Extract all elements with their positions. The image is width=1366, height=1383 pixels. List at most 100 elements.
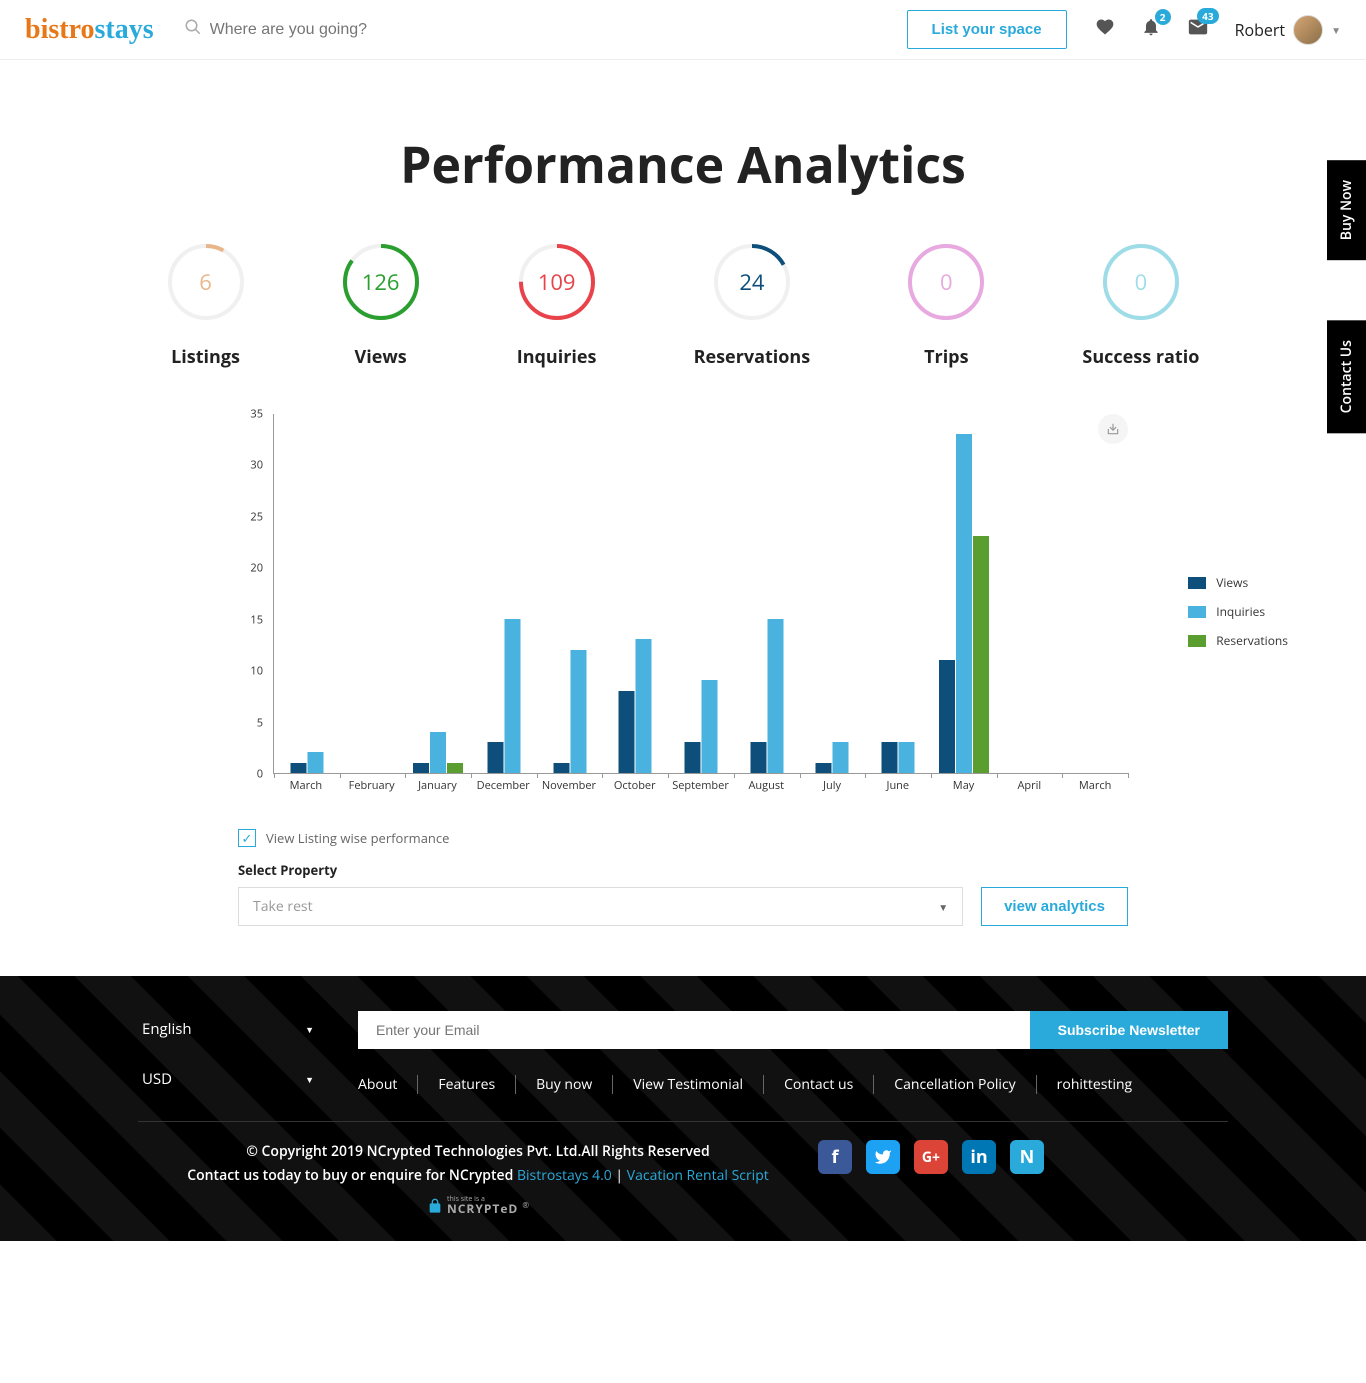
googleplus-icon[interactable]: G+ <box>914 1140 948 1174</box>
contact-text: Contact us today to buy or enquire for N… <box>187 1166 517 1185</box>
x-label: December <box>477 778 530 793</box>
bar-views[interactable] <box>816 763 832 773</box>
contact-us-tab[interactable]: Contact Us <box>1327 320 1366 433</box>
bar-inquiries[interactable] <box>702 680 718 773</box>
favorites-icon[interactable] <box>1095 17 1115 42</box>
footer-link-features[interactable]: Features <box>418 1075 516 1094</box>
x-label: October <box>614 778 656 793</box>
language-select[interactable]: English ▼ <box>138 1011 318 1047</box>
bar-inquiries[interactable] <box>570 650 586 773</box>
bar-views[interactable] <box>553 763 569 773</box>
search-input[interactable] <box>210 21 510 39</box>
bar-views[interactable] <box>750 742 766 773</box>
subscribe-button[interactable]: Subscribe Newsletter <box>1030 1011 1228 1049</box>
bar-views[interactable] <box>939 660 955 773</box>
footer-link-about[interactable]: About <box>358 1075 418 1094</box>
twitter-icon[interactable] <box>866 1140 900 1174</box>
x-label: June <box>886 778 909 793</box>
bar-inquiries[interactable] <box>833 742 849 773</box>
facebook-icon[interactable]: f <box>818 1140 852 1174</box>
logo[interactable]: bistrostays <box>25 14 154 46</box>
notifications-icon[interactable]: 2 <box>1141 17 1161 42</box>
username: Robert <box>1235 19 1286 41</box>
stat-trips: 0 Trips <box>907 243 985 369</box>
bar-views[interactable] <box>487 742 503 773</box>
bar-inquiries[interactable] <box>636 639 652 773</box>
checkbox-row: ✓ View Listing wise performance <box>238 829 1128 847</box>
ncrypted-icon[interactable]: N <box>1010 1140 1044 1174</box>
bar-reservations[interactable] <box>447 763 463 773</box>
bar-views[interactable] <box>882 742 898 773</box>
header: bistrostays List your space 2 43 Robert … <box>0 0 1366 60</box>
footer-link-buy-now[interactable]: Buy now <box>516 1075 613 1094</box>
footer-link-cancellation-policy[interactable]: Cancellation Policy <box>874 1075 1036 1094</box>
legend-item-reservations[interactable]: Reservations <box>1188 632 1288 649</box>
vacation-rental-link[interactable]: Vacation Rental Script <box>627 1166 769 1185</box>
bar-views[interactable] <box>290 763 306 773</box>
x-label: February <box>349 778 395 793</box>
bar-group-july <box>816 742 849 773</box>
bar-inquiries[interactable] <box>899 742 915 773</box>
user-menu[interactable]: Robert ▼ <box>1235 15 1341 45</box>
bar-inquiries[interactable] <box>767 619 783 773</box>
view-analytics-button[interactable]: view analytics <box>981 887 1128 926</box>
bar-group-june <box>882 742 915 773</box>
social-icons: f G+ in N <box>818 1140 1044 1216</box>
footer-link-rohittesting[interactable]: rohittesting <box>1037 1075 1153 1094</box>
x-label: March <box>290 778 323 793</box>
chart-area: 05101520253035 MarchFebruaryJanuaryDecem… <box>238 414 1128 794</box>
notif-badge: 2 <box>1155 9 1171 25</box>
ncrypted-badge[interactable]: this site is a NCRYPTeD ® <box>138 1196 818 1216</box>
select-label: Select Property <box>238 861 1128 879</box>
x-label: July <box>823 778 841 793</box>
list-space-button[interactable]: List your space <box>907 10 1067 49</box>
footer-link-contact-us[interactable]: Contact us <box>764 1075 874 1094</box>
chevron-down-icon: ▼ <box>938 900 948 914</box>
controls: ✓ View Listing wise performance Select P… <box>118 829 1248 926</box>
listing-wise-checkbox[interactable]: ✓ <box>238 829 256 847</box>
bar-inquiries[interactable] <box>956 434 972 773</box>
x-label: September <box>672 778 729 793</box>
bar-group-november <box>553 650 586 773</box>
bar-inquiries[interactable] <box>504 619 520 773</box>
bar-views[interactable] <box>413 763 429 773</box>
footer-link-view-testimonial[interactable]: View Testimonial <box>613 1075 764 1094</box>
chart-section: 05101520253035 MarchFebruaryJanuaryDecem… <box>118 414 1248 794</box>
bar-group-october <box>619 639 652 773</box>
property-select[interactable]: Take rest ▼ <box>238 887 963 926</box>
bar-views[interactable] <box>685 742 701 773</box>
bistrostays-link[interactable]: Bistrostays 4.0 <box>517 1166 612 1185</box>
legend-item-views[interactable]: Views <box>1188 574 1288 591</box>
stat-reservations: 24 Reservations <box>694 243 811 369</box>
bar-group-august <box>750 619 783 773</box>
checkbox-label: View Listing wise performance <box>266 829 449 847</box>
stat-inquiries: 109 Inquiries <box>517 243 597 369</box>
legend-item-inquiries[interactable]: Inquiries <box>1188 603 1288 620</box>
messages-icon[interactable]: 43 <box>1187 16 1209 43</box>
bar-inquiries[interactable] <box>307 752 323 773</box>
stats-row: 6 Listings 126 Views 109 Inquiries 24 <box>118 243 1248 369</box>
language-value: English <box>142 1019 192 1039</box>
x-label: April <box>1017 778 1041 793</box>
linkedin-icon[interactable]: in <box>962 1140 996 1174</box>
logo-part2: stays <box>95 14 154 45</box>
bar-inquiries[interactable] <box>430 732 446 773</box>
header-icons: 2 43 Robert ▼ <box>1095 15 1341 45</box>
x-label: November <box>542 778 596 793</box>
buy-now-tab[interactable]: Buy Now <box>1327 160 1366 260</box>
bar-group-september <box>685 680 718 773</box>
email-input[interactable] <box>358 1011 1030 1049</box>
sep: | <box>612 1166 627 1185</box>
stat-success-ratio: 0 Success ratio <box>1082 243 1199 369</box>
currency-select[interactable]: USD ▼ <box>138 1061 318 1097</box>
chevron-down-icon: ▼ <box>305 1023 314 1036</box>
bar-group-march <box>290 752 323 773</box>
x-label: May <box>953 778 975 793</box>
bar-group-may <box>939 434 989 773</box>
bar-views[interactable] <box>619 691 635 773</box>
stat-views: 126 Views <box>342 243 420 369</box>
bar-reservations[interactable] <box>973 536 989 773</box>
copyright: © Copyright 2019 NCrypted Technologies P… <box>138 1140 818 1216</box>
legend: Views Inquiries Reservations <box>1188 574 1288 661</box>
chevron-down-icon: ▼ <box>305 1073 314 1086</box>
